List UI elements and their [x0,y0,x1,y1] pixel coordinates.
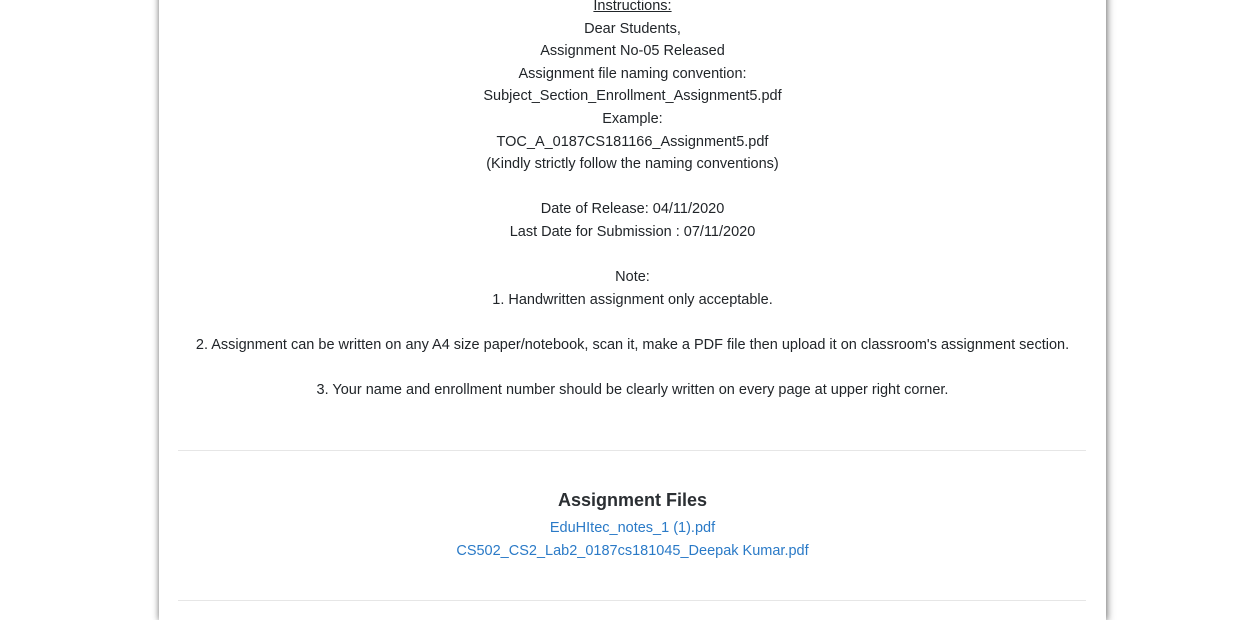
assignment-card: Instructions: Dear Students, Assignment … [159,0,1106,620]
file-link[interactable]: CS502_CS2_Lab2_0187cs181045_Deepak Kumar… [159,540,1106,563]
instructions-heading: Instructions: [593,0,672,14]
file-link[interactable]: EduHItec_notes_1 (1).pdf [159,517,1106,540]
note-label: Note: [615,269,650,286]
follow-conventions-note: (Kindly strictly follow the naming conve… [486,156,779,173]
release-notice: Assignment No-05 Released [540,43,725,60]
section-divider [178,450,1086,451]
release-date: Date of Release: 04/11/2020 [540,201,725,218]
assignment-files-section: Assignment Files EduHItec_notes_1 (1).pd… [159,488,1106,562]
section-divider [178,600,1086,601]
example-filename: TOC_A_0187CS181166_Assignment5.pdf [496,133,769,150]
greeting-text: Dear Students, [584,20,681,37]
instructions-block: Instructions: Dear Students, Assignment … [159,0,1106,402]
assignment-files-title: Assignment Files [557,490,708,510]
naming-convention-pattern: Subject_Section_Enrollment_Assignment5.p… [483,88,782,105]
note-item-1: 1. Handwritten assignment only acceptabl… [492,291,773,308]
submission-deadline: Last Date for Submission : 07/11/2020 [509,223,756,240]
note-item-2: 2. Assignment can be written on any A4 s… [195,336,1070,353]
example-label: Example: [602,110,663,127]
note-item-3: 3. Your name and enrollment number shoul… [316,382,949,399]
naming-convention-label: Assignment file naming convention: [518,65,747,82]
